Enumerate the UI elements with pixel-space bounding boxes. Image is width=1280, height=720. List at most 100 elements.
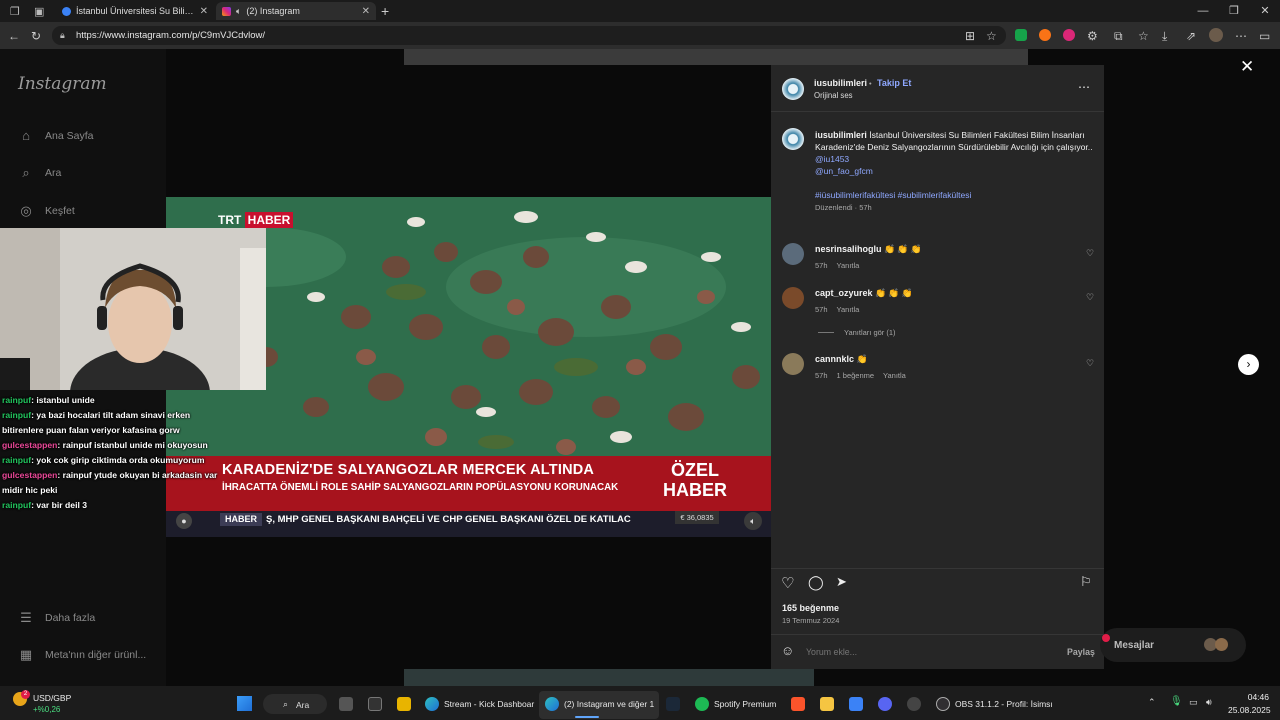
- clock-time[interactable]: 04:46: [1233, 692, 1269, 702]
- windows-start-icon[interactable]: [237, 696, 252, 711]
- mention-iu1453[interactable]: @iu1453: [815, 153, 1093, 165]
- more-menu-icon[interactable]: ⋯: [1235, 29, 1247, 43]
- like-count[interactable]: 165 beğenme: [782, 603, 839, 613]
- commenter-avatar[interactable]: [782, 353, 804, 375]
- commenter-avatar[interactable]: [782, 287, 804, 309]
- discord-icon[interactable]: [878, 697, 892, 711]
- stock-name[interactable]: USD/GBP: [33, 693, 71, 703]
- clock-date[interactable]: 25.08.2025: [1228, 705, 1271, 715]
- instagram-icon: [222, 6, 231, 16]
- caption-author[interactable]: iusubilimleri: [815, 130, 867, 140]
- chat-text: : istanbul unide: [31, 395, 95, 405]
- comment-input[interactable]: [806, 645, 1046, 659]
- tray-chevron-up-icon[interactable]: ⌃: [1148, 697, 1156, 708]
- extension-orange-icon[interactable]: [1039, 29, 1051, 41]
- brave-icon[interactable]: [791, 697, 805, 711]
- chat-username[interactable]: gulcestappen: [2, 440, 57, 450]
- minimize-button[interactable]: —: [1188, 3, 1218, 19]
- post-author[interactable]: iusubilimleri: [814, 78, 867, 88]
- favorites-icon[interactable]: ☆: [1138, 29, 1149, 43]
- taskbar-app-edge-kick[interactable]: Stream - Kick Dashboar: [425, 697, 534, 711]
- back-icon[interactable]: ←: [8, 29, 20, 43]
- view-replies-button[interactable]: Yanıtları gör (1): [844, 328, 896, 337]
- instagram-logo[interactable]: Instagram: [18, 74, 107, 94]
- tab-actions-icon[interactable]: ▣: [34, 5, 44, 18]
- like-heart-icon[interactable]: ♡: [781, 574, 794, 592]
- sidebar-item-explore[interactable]: ◎ Keşfet: [18, 203, 74, 219]
- taskbar-search[interactable]: [263, 694, 327, 714]
- extension-shield-icon[interactable]: [1015, 29, 1027, 41]
- lock-icon[interactable]: 🔒︎: [60, 30, 65, 41]
- speaker-icon[interactable]: 🔈︎: [236, 6, 241, 17]
- sidebar-item-search[interactable]: ⌕ Ara: [18, 165, 61, 181]
- taskbar-app-edge-instagram[interactable]: (2) Instagram ve diğer 1: [545, 697, 654, 711]
- share-comment-button[interactable]: Paylaş: [1067, 647, 1095, 657]
- url-text[interactable]: https://www.instagram.com/p/C9mVJCdvlow/: [76, 30, 265, 41]
- user-icon[interactable]: ●: [176, 513, 192, 529]
- chat-username[interactable]: rainpuf: [2, 410, 31, 420]
- author-avatar[interactable]: [782, 78, 804, 100]
- chat-username[interactable]: rainpuf: [2, 395, 31, 405]
- mute-icon[interactable]: 🔈︎: [744, 512, 762, 530]
- chat-username[interactable]: rainpuf: [2, 500, 31, 510]
- save-bookmark-icon[interactable]: ⚐: [1080, 574, 1092, 590]
- workspaces-icon[interactable]: ❐: [10, 5, 20, 18]
- hashtags[interactable]: #iüsubilimlerifakültesi #subilimlerifakü…: [815, 189, 1093, 201]
- app-icon[interactable]: ⊞: [965, 29, 975, 43]
- extensions-icon[interactable]: ⚙: [1087, 29, 1098, 43]
- volume-icon[interactable]: 🔊︎: [1206, 697, 1212, 708]
- reply-button[interactable]: Yanıtla: [883, 371, 906, 380]
- favorite-star-icon[interactable]: ☆: [986, 29, 997, 43]
- split-screen-icon[interactable]: ⧉: [1114, 29, 1123, 44]
- more-options-icon[interactable]: ⋯: [1078, 80, 1090, 94]
- close-window-button[interactable]: ✕: [1250, 3, 1280, 19]
- microphone-icon[interactable]: 🎙︎: [1170, 696, 1183, 707]
- close-icon[interactable]: ✕: [1240, 57, 1254, 77]
- comment-likes[interactable]: 1 beğenme: [837, 371, 875, 380]
- maximize-button[interactable]: ❐: [1219, 3, 1249, 19]
- steam-icon[interactable]: [666, 697, 680, 711]
- taskbar-app-obs[interactable]: OBS 31.1.2 - Profil: İsimsı: [936, 697, 1053, 711]
- sidebar-toggle-icon[interactable]: ▭: [1259, 29, 1270, 43]
- extension-pink-icon[interactable]: [1063, 29, 1075, 41]
- follow-button[interactable]: Takip Et: [877, 78, 911, 88]
- monitor-app-icon[interactable]: [849, 697, 863, 711]
- download-icon[interactable]: ⤓: [1162, 29, 1167, 44]
- sidebar-item-meta[interactable]: ▦ Meta'nın diğer ürünl...: [18, 647, 146, 663]
- like-comment-heart-icon[interactable]: ♡: [1086, 358, 1094, 369]
- chat-username[interactable]: gulcestappen: [2, 470, 57, 480]
- comment-bubble-icon[interactable]: ◯: [808, 574, 824, 591]
- tab-iu-su-bilimleri[interactable]: İstanbul Üniversitesi Su Bilimleri F ✕: [56, 2, 214, 20]
- messages-label[interactable]: Mesajlar: [1114, 640, 1154, 651]
- emoji-icon[interactable]: ☺: [781, 643, 794, 658]
- tab-close-icon[interactable]: ✕: [362, 6, 370, 17]
- caption-author-avatar[interactable]: [782, 128, 804, 150]
- mention-un-fao[interactable]: @un_fao_gfcm: [815, 165, 1093, 177]
- audio-label[interactable]: Orijinal ses: [814, 91, 853, 100]
- epic-games-icon[interactable]: [368, 697, 382, 711]
- file-explorer-icon[interactable]: [820, 697, 834, 711]
- reply-button[interactable]: Yanıtla: [837, 261, 860, 270]
- share-icon[interactable]: ⇗: [1186, 29, 1196, 43]
- tab-close-icon[interactable]: ✕: [200, 6, 208, 17]
- taskbar-search-label[interactable]: Ara: [296, 700, 309, 710]
- chat-message: rainpuf: istanbul unide: [2, 393, 232, 408]
- refresh-icon[interactable]: ↻: [31, 29, 41, 43]
- send-icon[interactable]: ➤: [836, 574, 847, 590]
- sidebar-item-home[interactable]: ⌂ Ana Sayfa: [18, 128, 93, 143]
- taskbar-app-spotify[interactable]: Spotify Premium: [695, 697, 776, 711]
- task-view-icon[interactable]: [339, 697, 353, 711]
- tab-instagram[interactable]: 🔈︎ (2) Instagram ✕: [216, 2, 376, 20]
- like-comment-heart-icon[interactable]: ♡: [1086, 292, 1094, 303]
- chat-username[interactable]: rainpuf: [2, 455, 31, 465]
- commenter-avatar[interactable]: [782, 243, 804, 265]
- profile-avatar[interactable]: [1209, 28, 1223, 42]
- store-icon[interactable]: [397, 697, 411, 711]
- network-icon[interactable]: ▭: [1189, 697, 1198, 708]
- like-comment-heart-icon[interactable]: ♡: [1086, 248, 1094, 259]
- settings-gear-icon[interactable]: [907, 697, 921, 711]
- new-tab-button[interactable]: +: [381, 3, 389, 19]
- next-post-chevron-icon[interactable]: ›: [1238, 354, 1259, 375]
- reply-button[interactable]: Yanıtla: [837, 305, 860, 314]
- sidebar-item-more[interactable]: ☰ Daha fazla: [18, 610, 95, 626]
